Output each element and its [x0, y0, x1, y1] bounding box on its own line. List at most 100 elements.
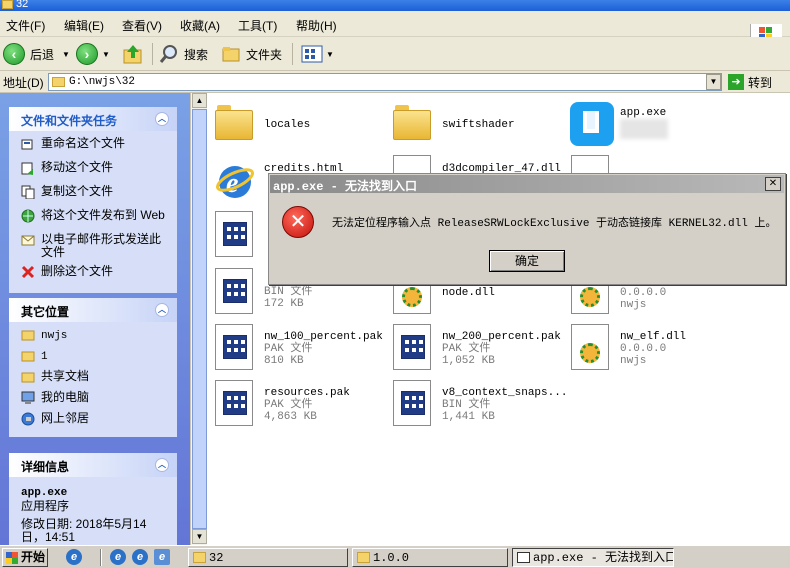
folder-icon	[193, 552, 206, 563]
network-icon	[21, 412, 35, 426]
folders-label: 文件夹	[246, 47, 283, 62]
copy-icon	[21, 185, 35, 199]
scroll-thumb[interactable]	[192, 109, 207, 529]
other-places-panel: 其它位置 ︿ nwjs 1 共享文档 我的电脑 网上邻居	[9, 298, 177, 437]
menu-view[interactable]: 查看(V)	[122, 17, 162, 34]
details-modified: 修改日期: 2018年5月14日，14:51	[21, 517, 147, 544]
place-my-computer[interactable]: 我的电脑	[21, 391, 169, 409]
pak-file-icon	[215, 324, 253, 370]
place-shared-docs[interactable]: 共享文档	[21, 370, 169, 388]
task-email[interactable]: 以电子邮件形式发送此文件	[21, 233, 169, 259]
rename-icon	[21, 139, 33, 150]
address-dropdown-button[interactable]: ▼	[706, 74, 721, 90]
bin-file-icon	[215, 211, 253, 257]
folder-icon	[393, 105, 433, 140]
scroll-up-button[interactable]: ▲	[192, 93, 207, 108]
go-label: 转到	[748, 75, 773, 90]
collapse-chevron-icon[interactable]: ︿	[155, 458, 169, 472]
details-panel: 详细信息 ︿ app.exe 应用程序 修改日期: 2018年5月14日，14:…	[9, 453, 177, 557]
shared-folder-icon	[21, 372, 35, 383]
ie-quicklaunch-icon[interactable]: e	[110, 549, 126, 565]
dialog-close-button[interactable]: ✕	[765, 177, 781, 191]
place-1[interactable]: 1	[21, 349, 169, 367]
ie-quicklaunch-icon[interactable]: e	[132, 549, 148, 565]
title-bar: 32	[0, 0, 790, 11]
go-button[interactable]: ➜ 转到	[728, 73, 784, 91]
views-icon	[301, 45, 323, 63]
task-publish[interactable]: 将这个文件发布到 Web	[21, 209, 169, 227]
dialog-title: app.exe - 无法找到入口	[273, 180, 418, 194]
email-icon	[21, 235, 35, 246]
folders-button[interactable]: 文件夹	[220, 41, 282, 67]
search-icon	[159, 45, 177, 63]
folder-icon	[215, 105, 255, 140]
pak-file-icon	[215, 380, 253, 426]
scroll-down-button[interactable]: ▼	[192, 529, 207, 544]
menu-favorites[interactable]: 收藏(A)	[180, 17, 220, 34]
up-folder-icon	[123, 45, 142, 64]
address-bar: 地址(D) G:\nwjs\32 ▼ ➜ 转到	[0, 71, 790, 93]
ie-quicklaunch-icon[interactable]: e	[66, 549, 82, 565]
chevron-down-icon[interactable]: ▼	[102, 50, 110, 59]
dll-icon	[571, 324, 609, 370]
back-arrow-icon: ‹	[3, 43, 25, 65]
delete-x-icon	[21, 265, 35, 279]
chevron-down-icon: ▼	[326, 49, 334, 59]
back-label: 后退	[30, 47, 55, 62]
task-delete[interactable]: 删除这个文件	[21, 265, 169, 283]
file-tasks-panel: 文件和文件夹任务 ︿ 重命名这个文件 移动这个文件 复制这个文件 将这个文件发布…	[9, 107, 177, 293]
task-copy[interactable]: 复制这个文件	[21, 185, 169, 203]
back-button[interactable]: ‹ 后退 ▼	[3, 41, 70, 67]
file-tasks-header[interactable]: 文件和文件夹任务 ︿	[9, 107, 177, 131]
taskbar-divider	[100, 549, 102, 566]
ok-button[interactable]: 确定	[489, 250, 565, 272]
place-nwjs[interactable]: nwjs	[21, 328, 169, 346]
bin-file-icon	[215, 268, 253, 314]
chevron-down-icon[interactable]: ▼	[62, 50, 70, 59]
other-places-header[interactable]: 其它位置 ︿	[9, 298, 177, 322]
error-dialog: app.exe - 无法找到入口 ✕ ✕ 无法定位程序输入点 ReleaseSR…	[268, 173, 786, 285]
file-list: locales swiftshader app.exe e credits.ht…	[207, 93, 790, 545]
error-icon: ✕	[282, 206, 314, 238]
taskbar-item-dialog[interactable]: app.exe - 无法找到入口	[512, 548, 674, 567]
go-arrow-icon: ➜	[728, 74, 744, 90]
task-pane: 文件和文件夹任务 ︿ 重命名这个文件 移动这个文件 复制这个文件 将这个文件发布…	[0, 93, 190, 557]
taskbar: 开始 e e e e 32 1.0.0 app.exe - 无法找到入口	[0, 545, 790, 568]
details-header[interactable]: 详细信息 ︿	[9, 453, 177, 477]
start-button[interactable]: 开始	[2, 548, 48, 567]
dialog-title-bar[interactable]: app.exe - 无法找到入口	[270, 175, 784, 194]
collapse-chevron-icon[interactable]: ︿	[155, 303, 169, 317]
menu-file[interactable]: 文件(F)	[6, 17, 45, 34]
vertical-scrollbar[interactable]: ▲ ▼	[190, 93, 207, 545]
window-icon	[517, 552, 530, 563]
menu-edit[interactable]: 编辑(E)	[64, 17, 104, 34]
forward-arrow-icon: ›	[76, 43, 98, 65]
folder-icon	[357, 552, 370, 563]
globe-icon	[21, 209, 35, 223]
details-title: 详细信息	[21, 460, 70, 474]
taskbar-item-1-0-0[interactable]: 1.0.0	[352, 548, 508, 567]
details-filetype: 应用程序	[21, 499, 70, 513]
app-icon	[570, 102, 614, 146]
menu-help[interactable]: 帮助(H)	[296, 17, 337, 34]
toolbar: ‹ 后退 ▼ › ▼ 搜索 文件夹 ▼	[0, 37, 790, 71]
views-button[interactable]: ▼	[300, 41, 334, 67]
search-button[interactable]: 搜索	[158, 41, 208, 67]
ie-icon: e	[216, 166, 254, 199]
search-label: 搜索	[184, 47, 209, 62]
forward-button[interactable]: › ▼	[76, 41, 110, 67]
place-network[interactable]: 网上邻居	[21, 412, 169, 430]
folder-icon	[21, 351, 35, 362]
address-input[interactable]: G:\nwjs\32	[48, 73, 722, 91]
windows-flag-icon	[6, 552, 18, 564]
menu-tools[interactable]: 工具(T)	[238, 17, 277, 34]
taskbar-item-32[interactable]: 32	[188, 548, 348, 567]
collapse-chevron-icon[interactable]: ︿	[155, 112, 169, 126]
up-folder-button[interactable]	[122, 41, 144, 67]
address-label: 地址(D)	[3, 76, 44, 90]
task-rename[interactable]: 重命名这个文件	[21, 137, 169, 155]
quicklaunch-app-icon[interactable]: e	[154, 549, 170, 565]
file-tasks-title: 文件和文件夹任务	[21, 114, 118, 128]
folders-icon	[222, 47, 240, 62]
task-move[interactable]: 移动这个文件	[21, 161, 169, 179]
